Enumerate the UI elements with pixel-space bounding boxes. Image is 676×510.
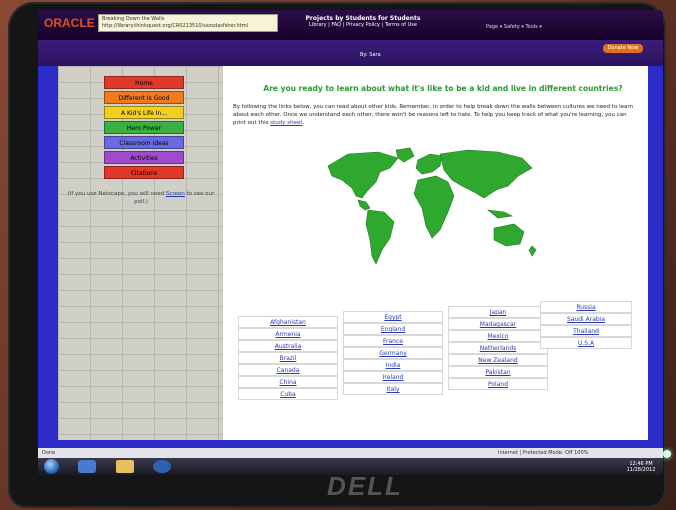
country-link[interactable]: Saudi Arabia <box>540 313 632 325</box>
indonesia-shape <box>486 209 513 219</box>
status-text: Done <box>42 450 56 456</box>
world-map <box>327 147 537 265</box>
nav-menu: Home Different Is Good A Kid's Life In..… <box>104 76 184 181</box>
note-text-pre: (If you use Netscape, you will need <box>67 191 165 197</box>
country-link[interactable]: Canada <box>238 364 338 376</box>
donate-button[interactable]: Donate Now <box>603 44 643 53</box>
study-sheet-link[interactable]: study sheet <box>270 120 302 126</box>
author-byline: By: Sara <box>360 52 381 58</box>
browser-toolbar[interactable]: Page ▾ Safety ▾ Tools ▾ <box>486 24 656 34</box>
internet-explorer-icon[interactable] <box>78 460 96 473</box>
country-link[interactable]: Egypt <box>343 311 443 323</box>
zone-text: Internet | Protected Mode: Off <box>498 450 573 456</box>
country-link[interactable]: Cuba <box>238 388 338 400</box>
nav-activities[interactable]: Activities <box>104 151 184 164</box>
note-link[interactable]: Screen <box>166 191 185 197</box>
country-col-4: Russia Saudi Arabia Thailand U.S.A <box>540 301 632 349</box>
country-link[interactable]: Armenia <box>238 328 338 340</box>
country-link[interactable]: Mexico <box>448 330 548 342</box>
country-link[interactable]: Russia <box>540 301 632 313</box>
country-link[interactable]: Madagascar <box>448 318 548 330</box>
africa-shape <box>413 175 455 239</box>
new-zealand-shape <box>528 245 537 257</box>
site-title: Projects by Students for Students Librar… <box>288 15 438 35</box>
country-col-3: Japan Madagascar Mexico Netherlands New … <box>448 306 548 390</box>
europe-shape <box>415 153 443 175</box>
start-button-icon[interactable] <box>44 459 59 474</box>
monitor-bezel: DELL ORACLE Breaking Down the Walls http… <box>8 2 671 508</box>
country-link[interactable]: Thailand <box>540 325 632 337</box>
link-tooltip: Breaking Down the Walls http://library.t… <box>98 14 278 32</box>
asia-shape <box>439 149 533 199</box>
country-link[interactable]: China <box>238 376 338 388</box>
monitor-brand-logo: DELL <box>327 471 403 501</box>
page-footer-strip <box>38 440 663 448</box>
country-link[interactable]: Poland <box>448 378 548 390</box>
country-link[interactable]: Afghanistan <box>238 316 338 328</box>
page-content: Home Different Is Good A Kid's Life In..… <box>58 66 648 440</box>
country-col-1: Afghanistan Armenia Australia Brazil Can… <box>238 316 338 400</box>
intro-paragraph: By following the links below, you can re… <box>233 103 638 127</box>
australia-shape <box>493 223 525 247</box>
north-america-shape <box>327 151 399 199</box>
site-links[interactable]: Library | FAQ | Privacy Policy | Terms o… <box>288 22 438 28</box>
clock-date: 11/28/2012 <box>626 467 656 473</box>
country-link[interactable]: India <box>343 359 443 371</box>
country-link[interactable]: New Zealand <box>448 354 548 366</box>
zoom-level[interactable]: 100% <box>574 450 588 456</box>
media-player-icon[interactable] <box>153 460 171 473</box>
page-header <box>38 40 663 66</box>
country-link[interactable]: Pakistan <box>448 366 548 378</box>
country-link[interactable]: Netherlands <box>448 342 548 354</box>
country-link[interactable]: Germany <box>343 347 443 359</box>
nav-classroom-ideas[interactable]: Classroom Ideas <box>104 136 184 149</box>
country-link[interactable]: Brazil <box>238 352 338 364</box>
tooltip-title: Breaking Down the Walls <box>102 16 165 22</box>
country-links-grid: Afghanistan Armenia Australia Brazil Can… <box>238 301 638 431</box>
nav-different-is-good[interactable]: Different Is Good <box>104 91 184 104</box>
netscape-note: (If you use Netscape, you will need Scre… <box>66 190 216 206</box>
folder-icon[interactable] <box>116 460 134 473</box>
security-zone: Internet | Protected Mode: Off 100% <box>498 450 588 456</box>
page-heading: Are you ready to learn about what it's l… <box>263 84 623 93</box>
country-link[interactable]: U.S.A <box>540 337 632 349</box>
site-title-text: Projects by Students for Students <box>305 15 421 22</box>
screen: ORACLE Breaking Down the Walls http://li… <box>38 10 663 475</box>
greenland-shape <box>395 147 415 163</box>
nav-home[interactable]: Home <box>104 76 184 89</box>
country-link[interactable]: France <box>343 335 443 347</box>
intro-end: . <box>302 120 305 126</box>
country-link[interactable]: Ireland <box>343 371 443 383</box>
app-logo: ORACLE <box>44 16 95 30</box>
country-link[interactable]: Australia <box>238 340 338 352</box>
brick-sidebar: Home Different Is Good A Kid's Life In..… <box>58 66 223 440</box>
taskbar: 12:46 PM 11/28/2012 <box>38 458 663 475</box>
country-link[interactable]: Japan <box>448 306 548 318</box>
country-col-2: Egypt England France Germany India Irela… <box>343 311 443 395</box>
country-link[interactable]: England <box>343 323 443 335</box>
browser-chrome: ORACLE Breaking Down the Walls http://li… <box>38 10 663 40</box>
system-clock[interactable]: 12:46 PM 11/28/2012 <box>623 461 659 473</box>
nav-hero-power[interactable]: Hero Power <box>104 121 184 134</box>
main-panel: Are you ready to learn about what it's l… <box>228 66 648 440</box>
nav-kids-life[interactable]: A Kid's Life In... <box>104 106 184 119</box>
country-link[interactable]: Italy <box>343 383 443 395</box>
central-america-shape <box>357 199 371 211</box>
tooltip-url: http://library.thinkquest.org/CR0213510/… <box>102 23 249 29</box>
browser-statusbar: Done Internet | Protected Mode: Off 100% <box>38 448 663 458</box>
power-led <box>663 450 671 458</box>
south-america-shape <box>365 209 395 265</box>
nav-citations[interactable]: Citations <box>104 166 184 179</box>
